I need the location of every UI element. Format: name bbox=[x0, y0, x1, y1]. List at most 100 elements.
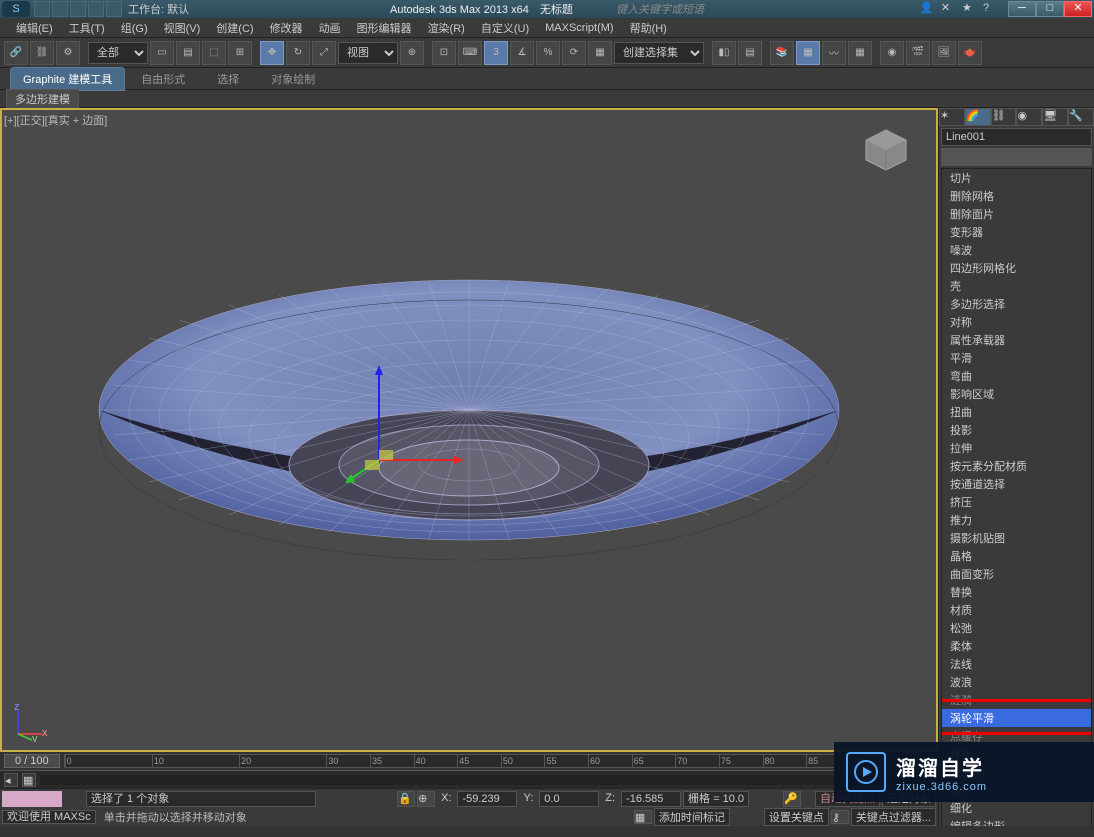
select-rect-icon[interactable]: ⬚ bbox=[202, 41, 226, 65]
bind-icon[interactable]: ⚙ bbox=[56, 41, 80, 65]
time-slider[interactable]: 0 / 100 01020303540455055606570758085909… bbox=[0, 752, 938, 770]
viewport-label[interactable]: [+][正交][真实 + 边面] bbox=[4, 112, 107, 128]
keyfilter-button[interactable]: 关键点过滤器... bbox=[851, 808, 936, 826]
modifier-item[interactable]: 切片 bbox=[942, 169, 1091, 187]
modifier-item[interactable]: 删除网格 bbox=[942, 187, 1091, 205]
modifier-item[interactable]: 替换 bbox=[942, 583, 1091, 601]
workspace-label[interactable]: 工作台: 默认 bbox=[128, 1, 189, 17]
menu-grapheditors[interactable]: 图形编辑器 bbox=[349, 18, 420, 38]
move-icon[interactable]: ✥ bbox=[260, 41, 284, 65]
material-editor-icon[interactable]: ◉ bbox=[880, 41, 904, 65]
modifier-item[interactable]: 删除面片 bbox=[942, 205, 1091, 223]
tab-modify-icon[interactable]: 🌈 bbox=[965, 108, 991, 126]
viewcube-icon[interactable] bbox=[861, 125, 911, 175]
plate-object[interactable] bbox=[79, 210, 859, 610]
tab-motion-icon[interactable]: ◉ bbox=[1016, 108, 1042, 126]
key-icon[interactable]: 🔑 bbox=[783, 791, 801, 807]
modifier-item[interactable]: 按通道选择 bbox=[942, 475, 1091, 493]
qat-redo-icon[interactable] bbox=[106, 1, 122, 17]
ribbon-tab-selection[interactable]: 选择 bbox=[201, 68, 255, 90]
selection-filter[interactable]: 全部 bbox=[88, 42, 148, 64]
modifier-item[interactable]: 柔体 bbox=[942, 637, 1091, 655]
render-icon[interactable]: 🫖 bbox=[958, 41, 982, 65]
pivot-icon[interactable]: ⊕ bbox=[400, 41, 424, 65]
menu-customize[interactable]: 自定义(U) bbox=[473, 18, 537, 38]
modifier-item[interactable]: 壳 bbox=[942, 277, 1091, 295]
spinner-snap-icon[interactable]: ⟳ bbox=[562, 41, 586, 65]
modifier-item[interactable]: 波浪 bbox=[942, 673, 1091, 691]
maxscript-listener[interactable]: 欢迎使用 MAXSc bbox=[2, 810, 96, 824]
curve-editor-icon[interactable]: 〰 bbox=[822, 41, 846, 65]
object-name-field[interactable] bbox=[941, 128, 1092, 146]
ribbon-tab-freeform[interactable]: 自由形式 bbox=[125, 68, 201, 90]
menu-animation[interactable]: 动画 bbox=[311, 18, 349, 38]
modifier-item[interactable]: 平滑 bbox=[942, 349, 1091, 367]
modifier-item[interactable]: 对称 bbox=[942, 313, 1091, 331]
modifier-item[interactable]: 噪波 bbox=[942, 241, 1091, 259]
select-name-icon[interactable]: ▤ bbox=[176, 41, 200, 65]
setkey-button[interactable]: 设置关键点 bbox=[764, 808, 829, 826]
trackbar-keys-icon[interactable]: ▦ bbox=[22, 773, 36, 787]
modifier-item[interactable]: 弯曲 bbox=[942, 367, 1091, 385]
graphite-icon[interactable]: ▦ bbox=[796, 41, 820, 65]
modifier-item[interactable]: 涟漪 bbox=[942, 691, 1091, 709]
signin-icon[interactable]: 👤 bbox=[920, 1, 936, 17]
render-setup-icon[interactable]: 🎬 bbox=[906, 41, 930, 65]
modifier-item[interactable]: 晶格 bbox=[942, 547, 1091, 565]
link-icon[interactable]: 🔗 bbox=[4, 41, 28, 65]
modifier-list[interactable]: 切片删除网格删除面片变形器噪波四边形网格化壳多边形选择对称属性承载器平滑弯曲影响… bbox=[941, 168, 1092, 837]
maximize-button[interactable]: □ bbox=[1036, 1, 1064, 17]
y-coord[interactable]: 0.0 bbox=[539, 791, 599, 807]
modifier-item[interactable]: 曲面变形 bbox=[942, 565, 1091, 583]
schematic-icon[interactable]: ▦ bbox=[848, 41, 872, 65]
modifier-item[interactable]: 扭曲 bbox=[942, 403, 1091, 421]
minimize-button[interactable]: ─ bbox=[1008, 1, 1036, 17]
tab-utilities-icon[interactable]: 🔧 bbox=[1068, 108, 1094, 126]
lock-icon[interactable]: 🔒 bbox=[397, 791, 415, 807]
menu-group[interactable]: 组(G) bbox=[113, 18, 156, 38]
qat-undo-icon[interactable] bbox=[88, 1, 104, 17]
ribbon-title-tab[interactable]: Graphite 建模工具 bbox=[10, 67, 125, 91]
macro-recorder[interactable] bbox=[2, 791, 62, 807]
modifier-dropdown[interactable] bbox=[941, 148, 1092, 166]
menu-edit[interactable]: 编辑(E) bbox=[8, 18, 61, 38]
trackbar-toggle-icon[interactable]: ◂ bbox=[4, 773, 18, 787]
mirror-icon[interactable]: ▮▯ bbox=[712, 41, 736, 65]
refcoord-select[interactable]: 视图 bbox=[338, 42, 398, 64]
menu-maxscript[interactable]: MAXScript(M) bbox=[537, 20, 621, 36]
favorite-icon[interactable]: ★ bbox=[962, 1, 978, 17]
keymode-icon[interactable]: ⌨ bbox=[458, 41, 482, 65]
modifier-item[interactable]: 按元素分配材质 bbox=[942, 457, 1091, 475]
qat-save-icon[interactable] bbox=[70, 1, 86, 17]
align-icon[interactable]: ▤ bbox=[738, 41, 762, 65]
modifier-item[interactable]: 属性承载器 bbox=[942, 331, 1091, 349]
app-logo-icon[interactable]: S bbox=[2, 1, 30, 17]
ribbon-polymodel[interactable]: 多边形建模 bbox=[6, 89, 79, 109]
tab-create-icon[interactable]: ✶ bbox=[939, 108, 965, 126]
modifier-item[interactable]: 拉伸 bbox=[942, 439, 1091, 457]
z-coord[interactable]: -16.585 bbox=[621, 791, 681, 807]
time-slider-handle[interactable]: 0 / 100 bbox=[4, 754, 60, 768]
modifier-item[interactable]: 影响区域 bbox=[942, 385, 1091, 403]
menu-modifiers[interactable]: 修改器 bbox=[262, 18, 311, 38]
window-crossing-icon[interactable]: ⊞ bbox=[228, 41, 252, 65]
manipulate-icon[interactable]: ⊡ bbox=[432, 41, 456, 65]
modifier-item[interactable]: 变形器 bbox=[942, 223, 1091, 241]
modifier-item[interactable]: 推力 bbox=[942, 511, 1091, 529]
ribbon-tab-paint[interactable]: 对象绘制 bbox=[255, 68, 331, 90]
track-bar[interactable]: ◂ ▦ bbox=[0, 770, 938, 788]
menu-view[interactable]: 视图(V) bbox=[156, 18, 209, 38]
modifier-item[interactable]: 多边形选择 bbox=[942, 295, 1091, 313]
exchange-icon[interactable]: ✕ bbox=[941, 1, 957, 17]
menu-help[interactable]: 帮助(H) bbox=[622, 18, 675, 38]
menu-tools[interactable]: 工具(T) bbox=[61, 18, 113, 38]
modifier-item[interactable]: 摄影机贴图 bbox=[942, 529, 1091, 547]
angle-snap-icon[interactable]: ∡ bbox=[510, 41, 534, 65]
modifier-item[interactable]: 材质 bbox=[942, 601, 1091, 619]
tab-hierarchy-icon[interactable]: ⛓ bbox=[991, 108, 1017, 126]
qat-new-icon[interactable] bbox=[34, 1, 50, 17]
time-track[interactable]: 010203035404550556065707580859095100 bbox=[64, 754, 938, 768]
x-coord[interactable]: -59.239 bbox=[457, 791, 517, 807]
menu-create[interactable]: 创建(C) bbox=[208, 18, 261, 38]
unlink-icon[interactable]: ⛓ bbox=[30, 41, 54, 65]
